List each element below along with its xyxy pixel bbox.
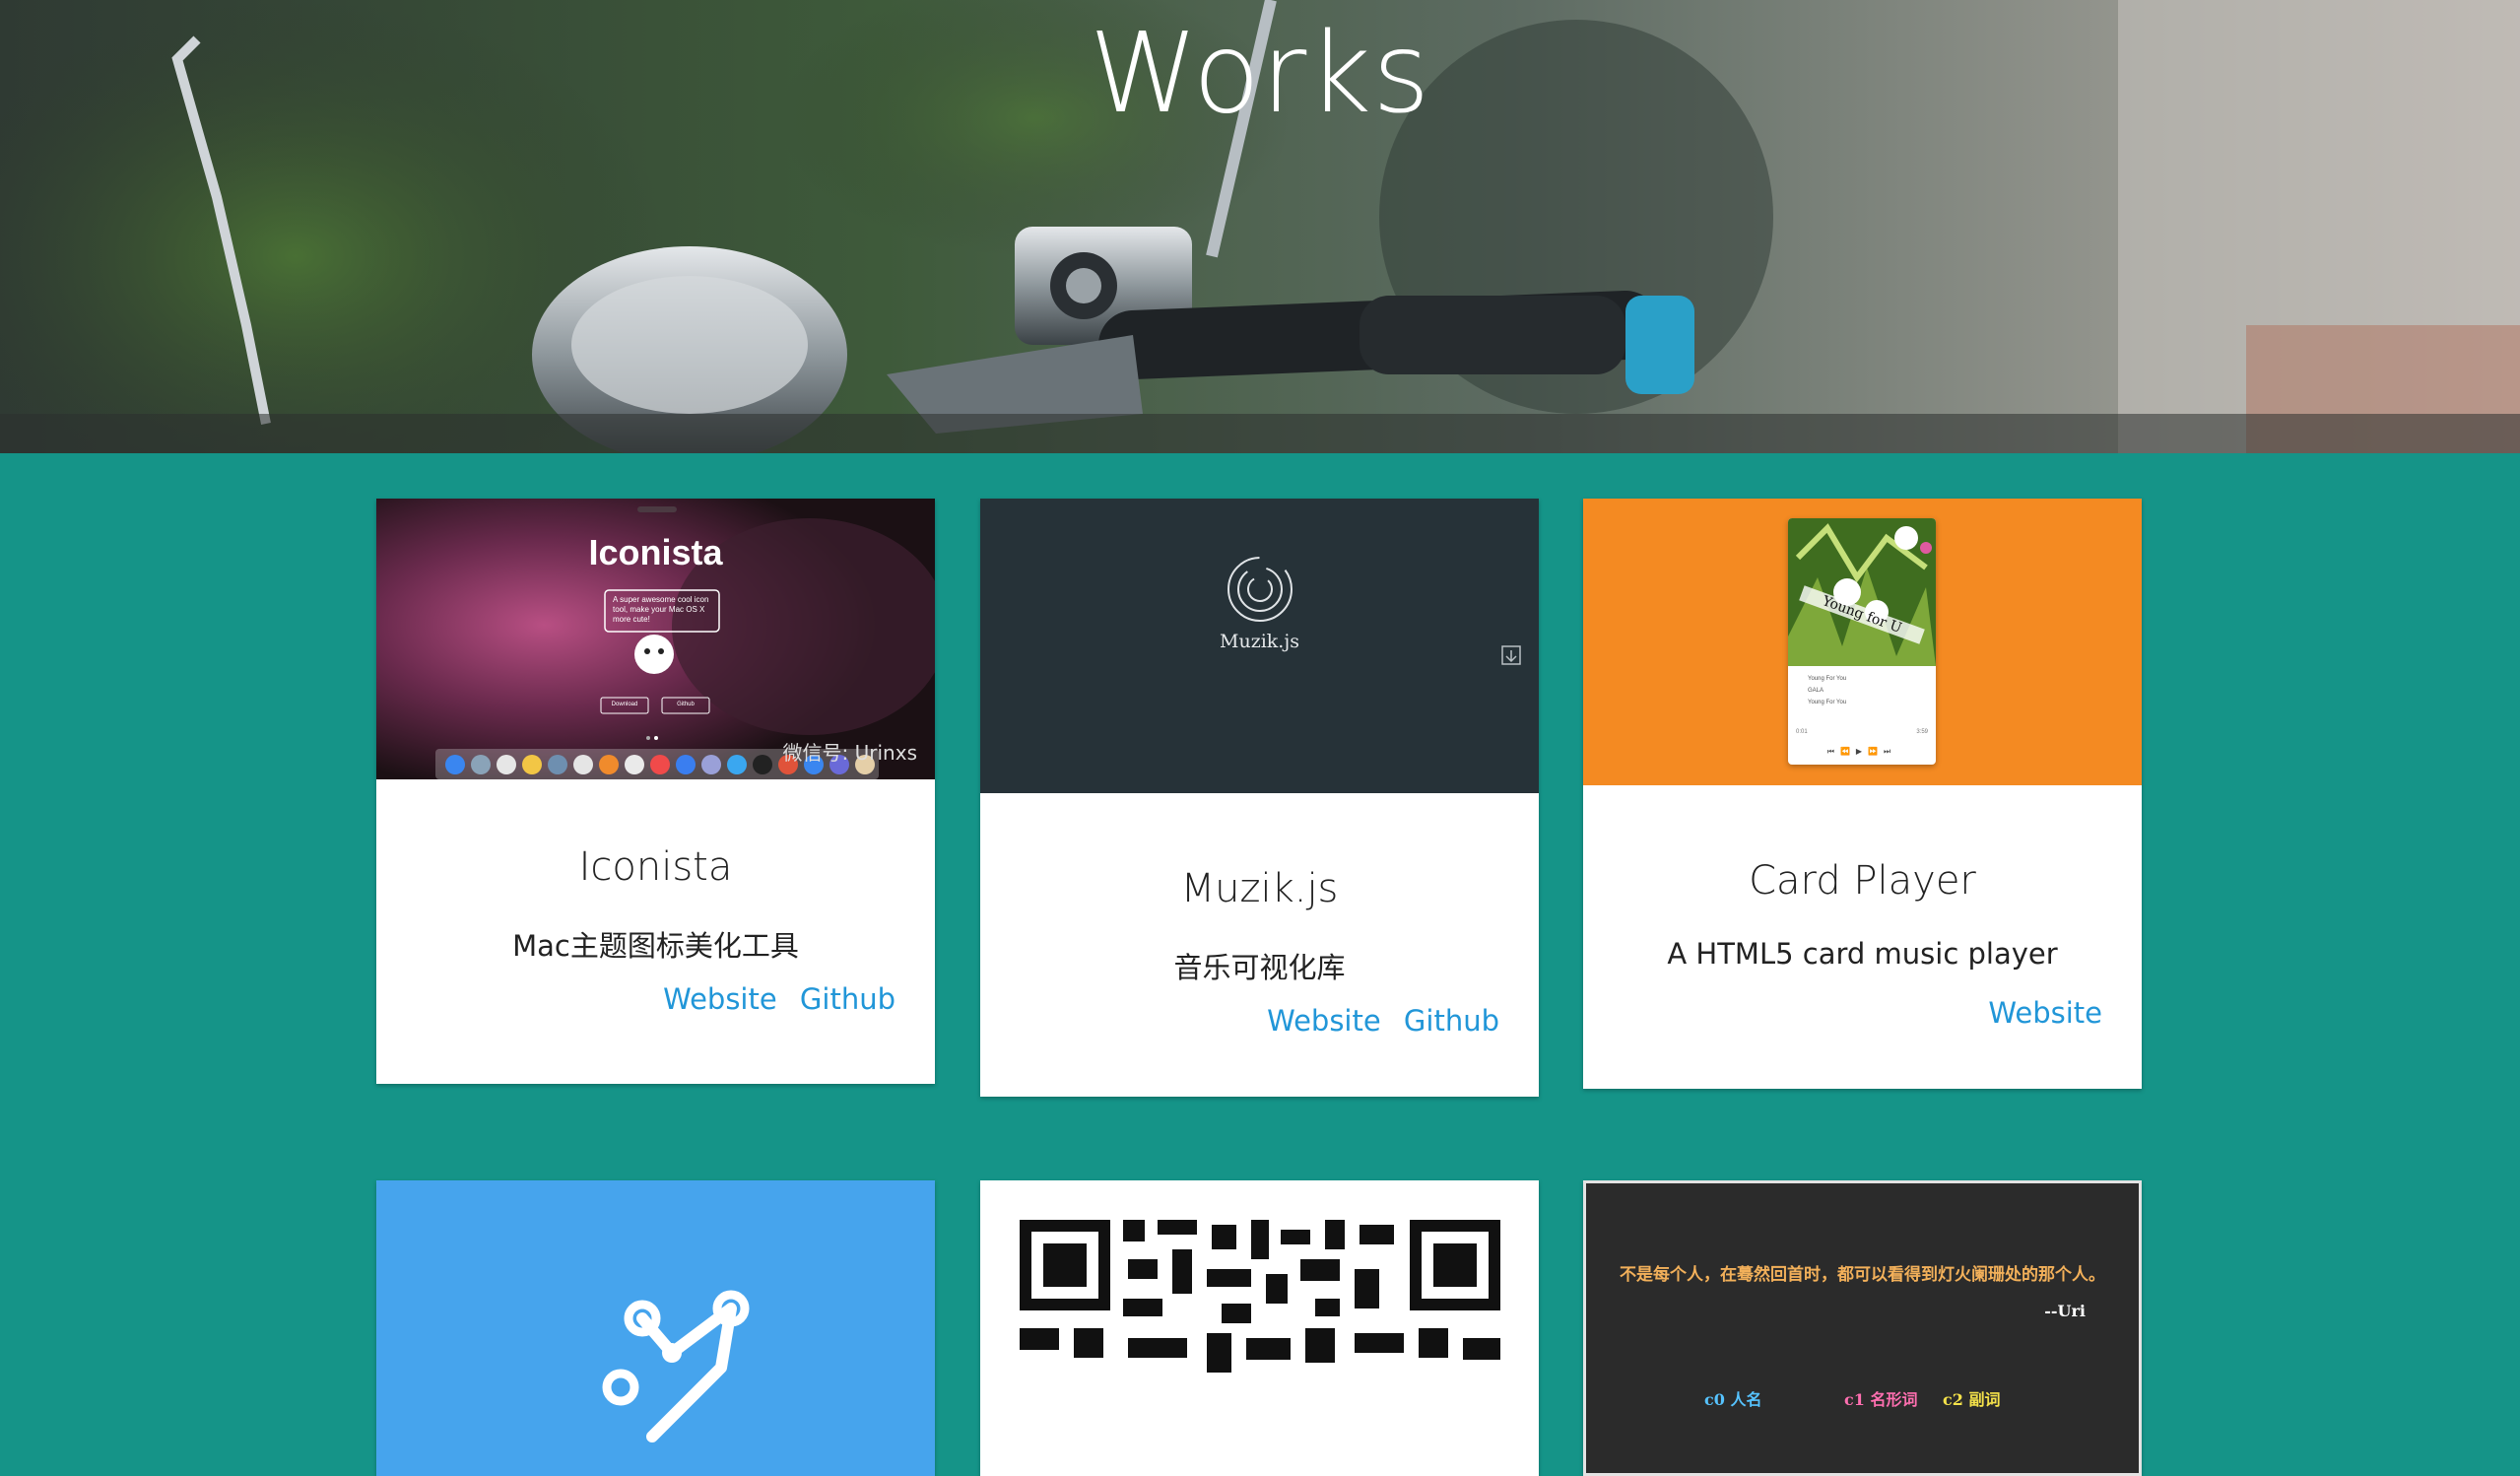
thumb-github-button: Github: [677, 702, 695, 707]
thumb-quote: 不是每个人，在蓦然回首时，都可以看得到灯火阑珊处的那个人。: [1620, 1265, 2105, 1285]
track-1: Young For You: [1808, 676, 1847, 682]
work-description: Mac主题图标美化工具: [512, 929, 799, 963]
work-thumbnail[interactable]: Muzik.js: [980, 499, 1539, 793]
work-title: Iconista: [578, 844, 733, 890]
player-preview: Young for U Young For You GALA Young For…: [1788, 518, 1936, 765]
card-body: Card Player A HTML5 card music player We…: [1583, 785, 2142, 1089]
card-body: Iconista Mac主题图标美化工具 Website Github: [376, 779, 935, 1084]
thumb-legend-c0: c0 人名: [1704, 1390, 1762, 1409]
work-title: Muzik.js: [1180, 866, 1339, 911]
thumb-author: --Uri: [2044, 1302, 2086, 1320]
work-card-text-highlight: 不是每个人，在蓦然回首时，都可以看得到灯火阑珊处的那个人。 --Uri c0 人…: [1583, 1180, 2142, 1476]
work-card-muzik: Muzik.js Muzik.js 音乐可视化库 Website Github: [980, 499, 1539, 1097]
page-title: Works: [1089, 10, 1431, 138]
track-2: GALA: [1808, 688, 1824, 694]
work-links: Website: [1974, 996, 2102, 1030]
thumb-blurb: A super awesome cool icon tool, make you…: [613, 595, 709, 624]
track-3: Young For You: [1808, 700, 1847, 705]
work-thumbnail[interactable]: Young for U Young For You GALA Young For…: [1583, 499, 2142, 785]
work-card-qrcode: [980, 1180, 1539, 1476]
hero-banner: Works: [0, 0, 2520, 453]
website-link[interactable]: Website: [663, 982, 777, 1016]
work-links: Website Github: [1253, 1004, 1499, 1038]
work-links: Website Github: [649, 982, 895, 1016]
card-body: Muzik.js 音乐可视化库 Website Github: [980, 793, 1539, 1097]
qr-code-icon: [1020, 1220, 1500, 1373]
github-link[interactable]: Github: [800, 982, 895, 1016]
work-card-graph: [376, 1180, 935, 1476]
time-end: 3:59: [1916, 729, 1928, 735]
github-link[interactable]: Github: [1404, 1004, 1499, 1038]
work-card-iconista: Iconista A super awesome cool icon tool,…: [376, 499, 935, 1084]
work-title: Card Player: [1749, 858, 1976, 904]
thumb-download-button: Download: [611, 702, 638, 707]
work-card-card-player: Young for U Young For You GALA Young For…: [1583, 499, 2142, 1089]
work-description: 音乐可视化库: [1173, 951, 1346, 984]
thumb-label: Muzik.js: [1220, 631, 1299, 652]
player-controls: ⏮⏪▶⏩⏭: [1826, 747, 1897, 756]
work-thumbnail[interactable]: 不是每个人，在蓦然回首时，都可以看得到灯火阑珊处的那个人。 --Uri c0 人…: [1586, 1183, 2139, 1473]
thumb-legend-c2: c2 副词: [1943, 1390, 2001, 1409]
thumb-legend-c1: c1 名形词: [1844, 1390, 1918, 1409]
thumb-heading: Iconista: [588, 532, 723, 572]
work-thumbnail[interactable]: Iconista A super awesome cool icon tool,…: [376, 499, 935, 779]
work-thumbnail[interactable]: [376, 1180, 935, 1476]
work-description: A HTML5 card music player: [1667, 937, 2058, 971]
work-thumbnail[interactable]: [980, 1180, 1539, 1476]
thumb-watermark: 微信号: Urinxs: [782, 741, 917, 765]
graph-icon: [602, 1290, 750, 1442]
website-link[interactable]: Website: [1267, 1004, 1381, 1038]
time-start: 0:01: [1796, 729, 1808, 735]
website-link[interactable]: Website: [1988, 996, 2102, 1030]
